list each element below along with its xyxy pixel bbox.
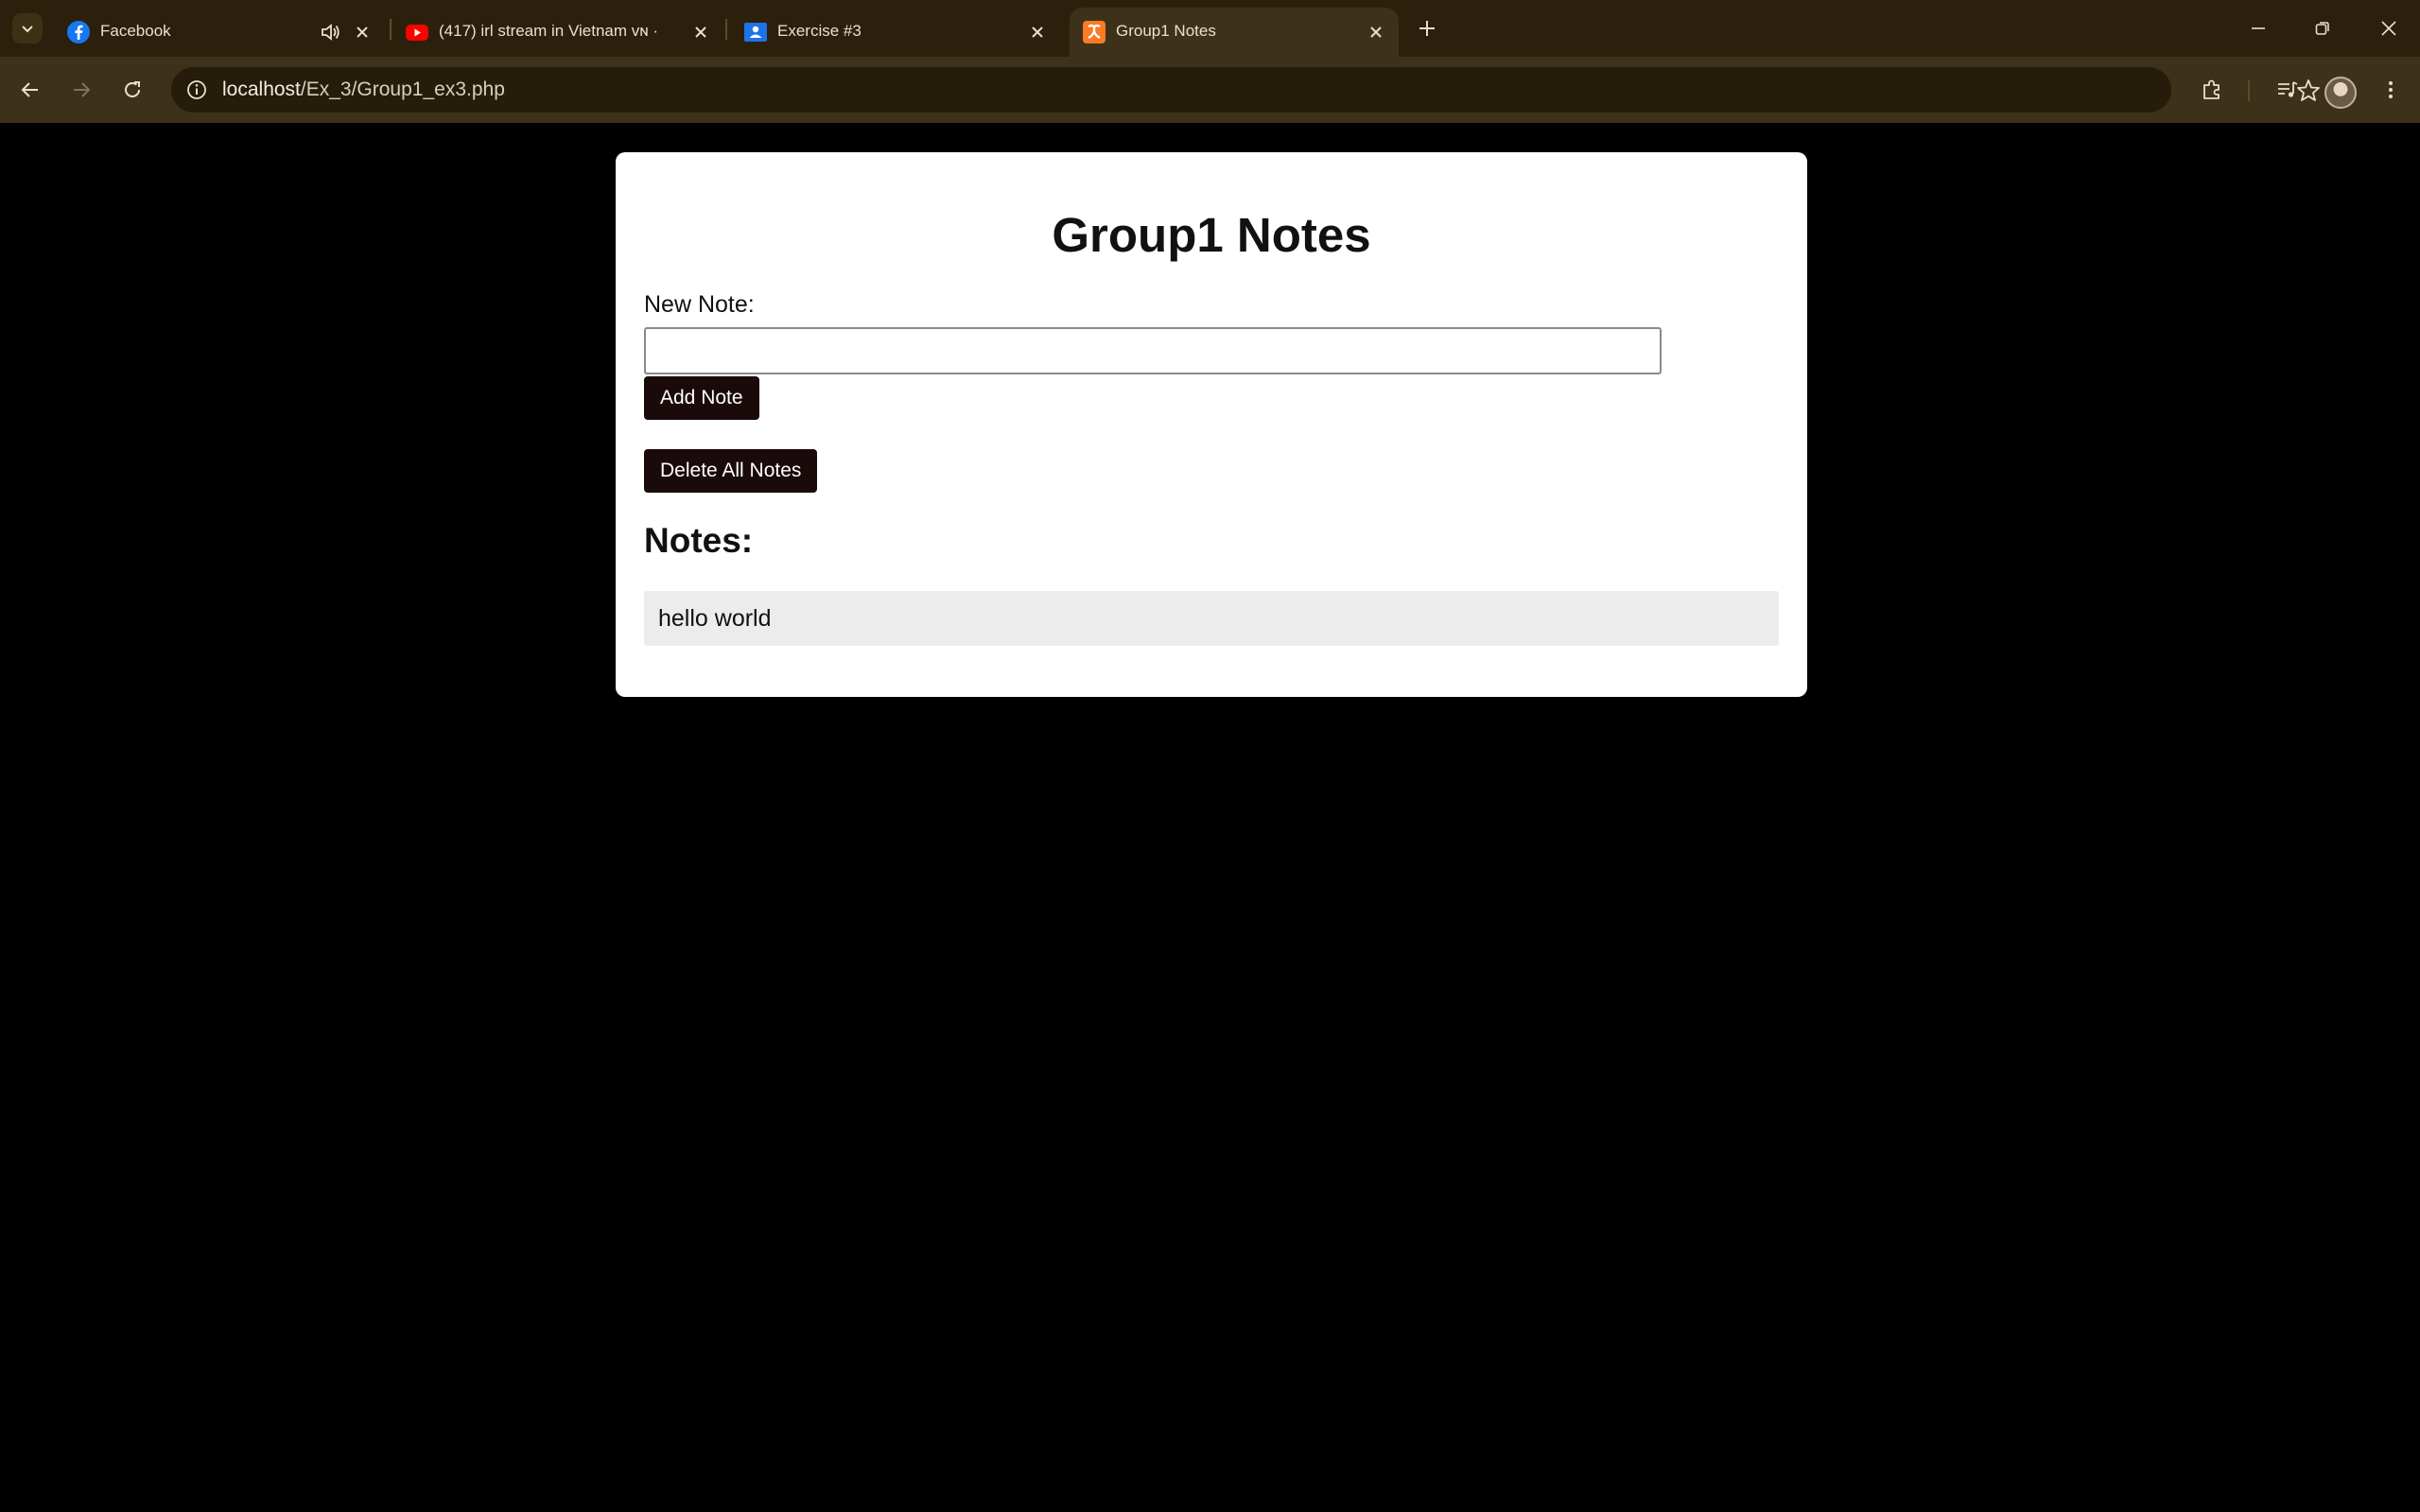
reload-icon bbox=[125, 81, 140, 97]
tab-close-button[interactable] bbox=[1362, 18, 1390, 46]
notes-heading: Notes: bbox=[644, 521, 754, 560]
new-note-label: New Note: bbox=[644, 291, 755, 318]
tab-close-button[interactable] bbox=[348, 18, 376, 46]
media-controls-button[interactable] bbox=[2272, 74, 2304, 106]
tab-title: Group1 Notes bbox=[1116, 22, 1216, 40]
tab-exercise[interactable]: Exercise #3 bbox=[743, 8, 1055, 57]
close-icon bbox=[1370, 26, 1382, 38]
arrow-right-icon bbox=[74, 82, 91, 97]
media-queue-icon bbox=[2278, 81, 2298, 97]
tab-title: Facebook bbox=[100, 22, 171, 40]
tab-separator bbox=[725, 19, 727, 40]
tab-group1-notes[interactable]: Group1 Notes bbox=[1070, 8, 1399, 57]
tab-close-button[interactable] bbox=[1023, 18, 1052, 46]
more-vertical-icon bbox=[2389, 81, 2393, 98]
tab-close-button[interactable] bbox=[687, 18, 715, 46]
minimize-icon bbox=[2252, 27, 2265, 29]
url-host: localhost bbox=[222, 78, 301, 100]
chevron-down-icon bbox=[22, 26, 33, 33]
browser-toolbar: localhost/Ex_3/Group1_ex3.php bbox=[0, 57, 2420, 123]
close-icon bbox=[2381, 21, 2396, 36]
url-text[interactable]: localhost/Ex_3/Group1_ex3.php bbox=[222, 78, 505, 101]
profile-avatar[interactable] bbox=[2324, 77, 2357, 109]
add-note-button[interactable]: Add Note bbox=[644, 376, 759, 420]
google-classroom-icon bbox=[744, 23, 767, 42]
tab-youtube[interactable]: (417) irl stream in Vietnam ᴠɴ · bbox=[405, 8, 715, 57]
close-icon bbox=[695, 26, 706, 38]
site-info-icon[interactable] bbox=[184, 78, 209, 102]
new-tab-button[interactable] bbox=[1412, 13, 1442, 43]
extensions-button[interactable] bbox=[2196, 74, 2228, 106]
notes-card: Group1 Notes New Note: Add Note Delete A… bbox=[616, 152, 1807, 697]
back-button[interactable] bbox=[12, 72, 48, 108]
toolbar-separator bbox=[2248, 80, 2250, 101]
tab-title: Exercise #3 bbox=[777, 22, 862, 40]
page-title: Group1 Notes bbox=[1052, 208, 1371, 262]
close-icon bbox=[1032, 26, 1043, 38]
tab-separator bbox=[390, 19, 392, 40]
restore-icon bbox=[2315, 22, 2329, 35]
new-note-input[interactable] bbox=[644, 327, 1662, 374]
minimize-button[interactable] bbox=[2239, 9, 2277, 47]
youtube-icon bbox=[406, 25, 428, 41]
xampp-icon bbox=[1083, 21, 1106, 43]
url-path: /Ex_3/Group1_ex3.php bbox=[300, 78, 505, 100]
tab-search-button[interactable] bbox=[12, 13, 43, 43]
tab-strip: Facebook (417) irl stream in Vietnam ᴠɴ … bbox=[0, 0, 2420, 57]
restore-button[interactable] bbox=[2304, 9, 2342, 47]
menu-button[interactable] bbox=[2375, 74, 2407, 106]
note-item: hello world bbox=[644, 591, 1779, 646]
speaker-icon[interactable] bbox=[318, 20, 342, 44]
puzzle-icon bbox=[2203, 79, 2220, 99]
delete-all-notes-button[interactable]: Delete All Notes bbox=[644, 449, 818, 493]
tab-facebook[interactable]: Facebook bbox=[66, 8, 388, 57]
address-bar[interactable]: localhost/Ex_3/Group1_ex3.php bbox=[171, 67, 2320, 113]
reload-button[interactable] bbox=[114, 72, 150, 108]
plus-icon bbox=[1419, 21, 1435, 36]
tab-title: (417) irl stream in Vietnam ᴠɴ · bbox=[439, 22, 659, 40]
facebook-icon bbox=[67, 21, 90, 43]
window-close-button[interactable] bbox=[2370, 9, 2408, 47]
forward-button[interactable] bbox=[63, 72, 99, 108]
arrow-left-icon bbox=[21, 82, 38, 97]
close-icon bbox=[357, 26, 368, 38]
